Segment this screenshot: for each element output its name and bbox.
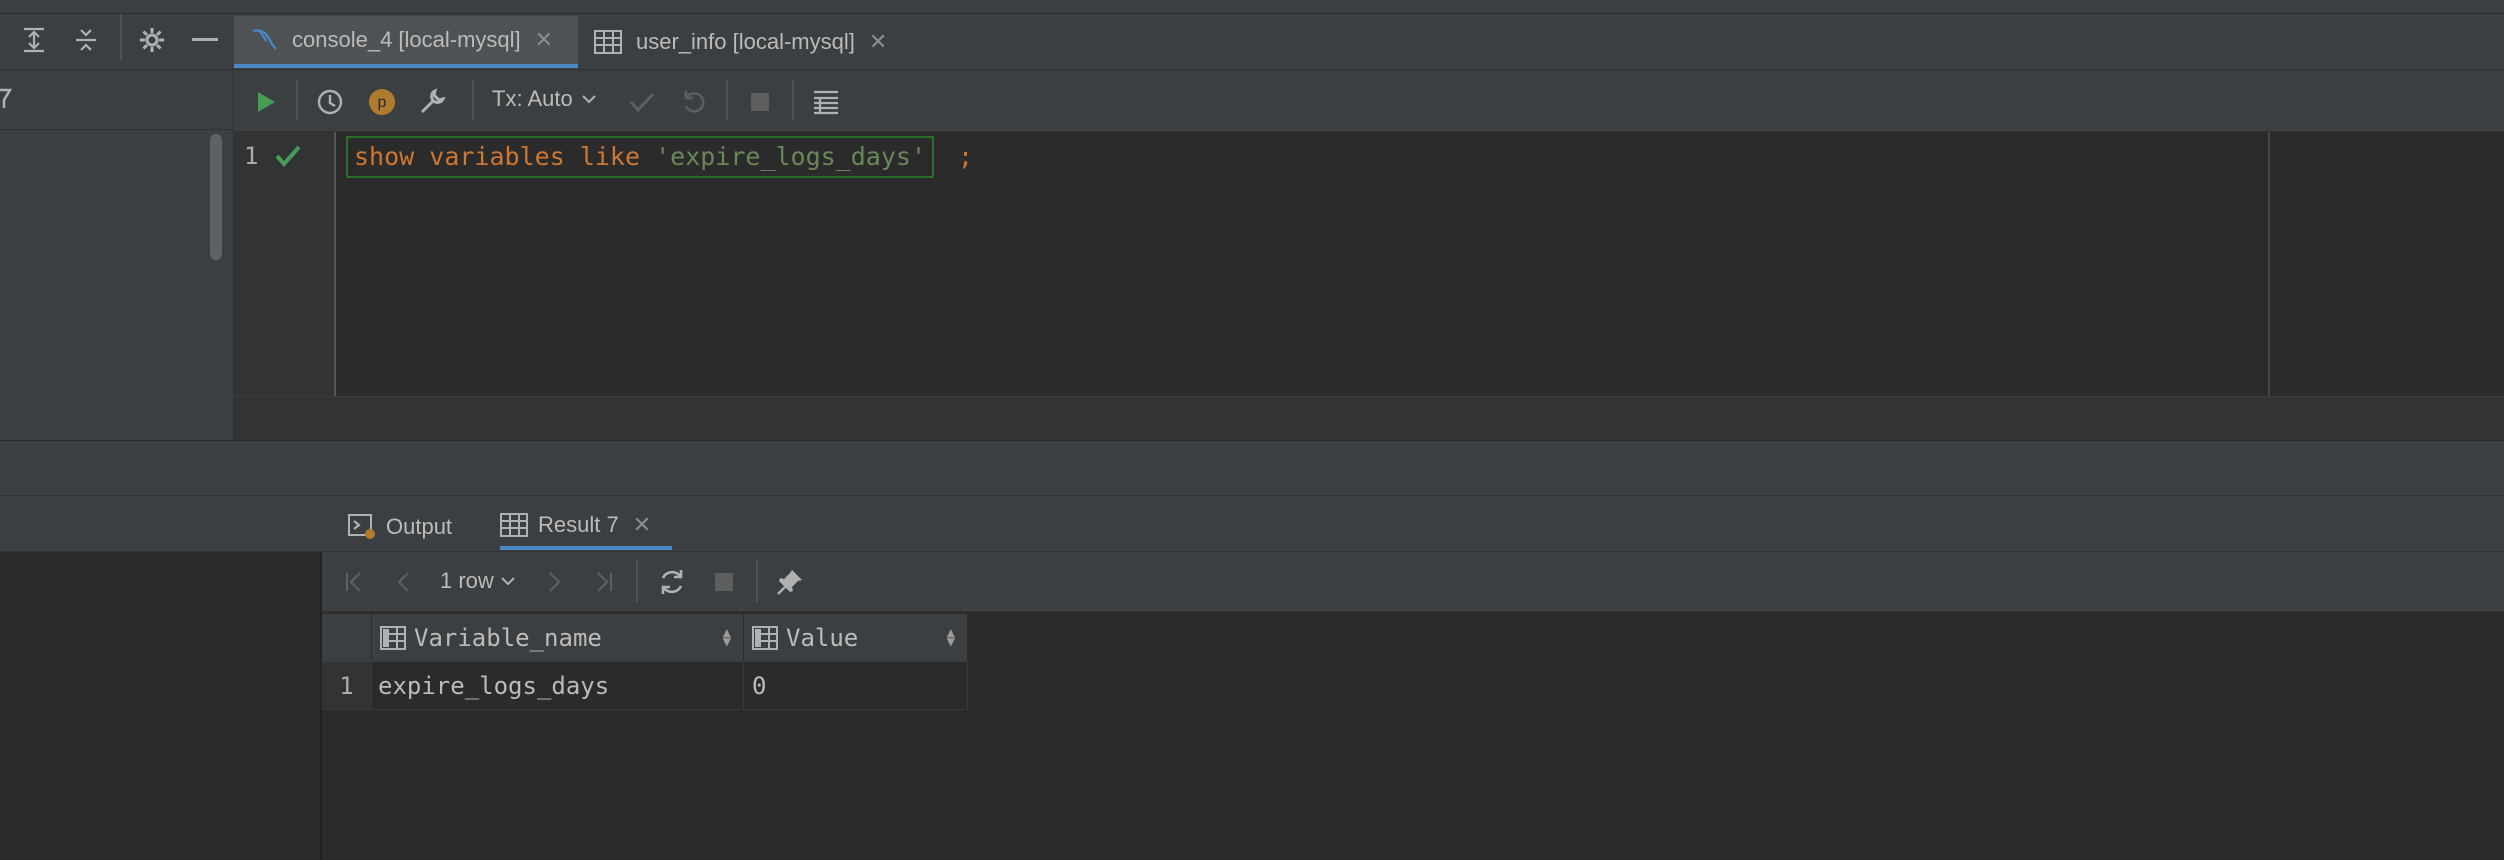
tab-label: console_4 [local-mysql]: [292, 27, 521, 52]
wrench-icon[interactable]: [414, 84, 450, 120]
separator: [636, 560, 638, 602]
table-cell[interactable]: 0: [744, 662, 968, 710]
column-header-value[interactable]: Value ▲ ▼: [744, 614, 968, 662]
tab-label: Result 7: [538, 512, 619, 537]
chevron-down-icon: [500, 575, 516, 587]
line-number: 1: [244, 142, 259, 170]
mysql-dolphin-icon: [250, 27, 278, 53]
parameters-badge-icon[interactable]: p: [364, 84, 400, 120]
tab-label: Output: [386, 514, 453, 539]
table-cell[interactable]: expire_logs_days: [372, 662, 744, 710]
row-count-dropdown[interactable]: 1 row: [440, 568, 516, 594]
scrollbar-thumb[interactable]: [210, 134, 222, 260]
separator: [792, 80, 794, 120]
close-icon[interactable]: ✕: [869, 29, 887, 55]
output-layout-icon[interactable]: [808, 84, 844, 120]
console-output-icon: [348, 514, 376, 540]
refresh-icon[interactable]: [654, 564, 690, 600]
result-toolbar: [322, 552, 2504, 612]
collapse-all-icon[interactable]: [72, 26, 100, 54]
tx-mode-label: Tx: Auto: [492, 86, 573, 111]
column-name: Value: [786, 624, 859, 652]
pin-tab-icon[interactable]: [772, 564, 808, 600]
table-icon: [500, 513, 528, 537]
chevron-down-icon: [581, 93, 597, 105]
column-header-variable-name[interactable]: Variable_name ▲ ▼: [372, 614, 744, 662]
last-page-icon: [586, 564, 622, 600]
run-icon[interactable]: [248, 84, 284, 120]
sql-keyword: variables: [429, 142, 565, 171]
sort-arrows-icon[interactable]: ▲ ▼: [723, 626, 731, 649]
stop-icon: [742, 84, 778, 120]
editor-bottom-area: [234, 396, 2504, 440]
rollback-icon: [676, 84, 712, 120]
services-header-bar: [0, 440, 2504, 496]
close-icon[interactable]: ✕: [633, 512, 651, 538]
right-margin-guide: [2268, 132, 2270, 396]
stop-icon: [706, 564, 742, 600]
next-page-icon: [536, 564, 572, 600]
sql-string-literal: 'expire_logs_days': [655, 142, 927, 171]
separator: [472, 80, 474, 120]
sql-terminator: ;: [958, 142, 974, 171]
column-icon: [752, 626, 778, 650]
row-number-header: [322, 614, 372, 662]
sql-keyword: like: [579, 142, 641, 171]
separator: [296, 80, 298, 120]
gear-icon[interactable]: [138, 26, 166, 54]
first-page-icon: [336, 564, 372, 600]
column-name: Variable_name: [414, 624, 602, 652]
previous-page-icon: [386, 564, 422, 600]
tab-result-7[interactable]: Result 7 ✕: [500, 504, 672, 550]
tab-user-info[interactable]: user_info [local-mysql] ✕: [578, 16, 908, 68]
history-icon[interactable]: [312, 84, 348, 120]
tab-console-4[interactable]: console_4 [local-mysql] ✕: [234, 16, 578, 68]
expand-all-icon[interactable]: [20, 26, 48, 54]
filter-icon[interactable]: [0, 88, 12, 110]
sql-statement[interactable]: show variables like 'expire_logs_days': [346, 136, 935, 178]
column-icon: [380, 626, 406, 650]
separator: [120, 14, 122, 60]
explorer-toolbar: [0, 70, 234, 130]
title-strip: [0, 0, 2504, 14]
separator: [756, 560, 758, 602]
services-toolbar: [0, 496, 322, 552]
tab-output[interactable]: Output: [348, 504, 452, 550]
row-count-label: 1 row: [440, 568, 494, 593]
commit-icon: [624, 84, 660, 120]
svg-text:p: p: [378, 94, 387, 111]
tab-label: user_info [local-mysql]: [636, 29, 855, 54]
success-check-icon: [274, 144, 302, 168]
minimize-icon[interactable]: [192, 38, 218, 41]
tx-mode-dropdown[interactable]: Tx: Auto: [492, 86, 597, 112]
sort-arrows-icon[interactable]: ▲ ▼: [947, 626, 955, 649]
editor-gutter: [234, 132, 336, 396]
row-number[interactable]: 1: [322, 662, 372, 710]
table-icon: [594, 30, 622, 54]
sql-keyword: show: [354, 142, 415, 171]
close-icon[interactable]: ✕: [535, 27, 553, 53]
separator: [726, 80, 728, 120]
